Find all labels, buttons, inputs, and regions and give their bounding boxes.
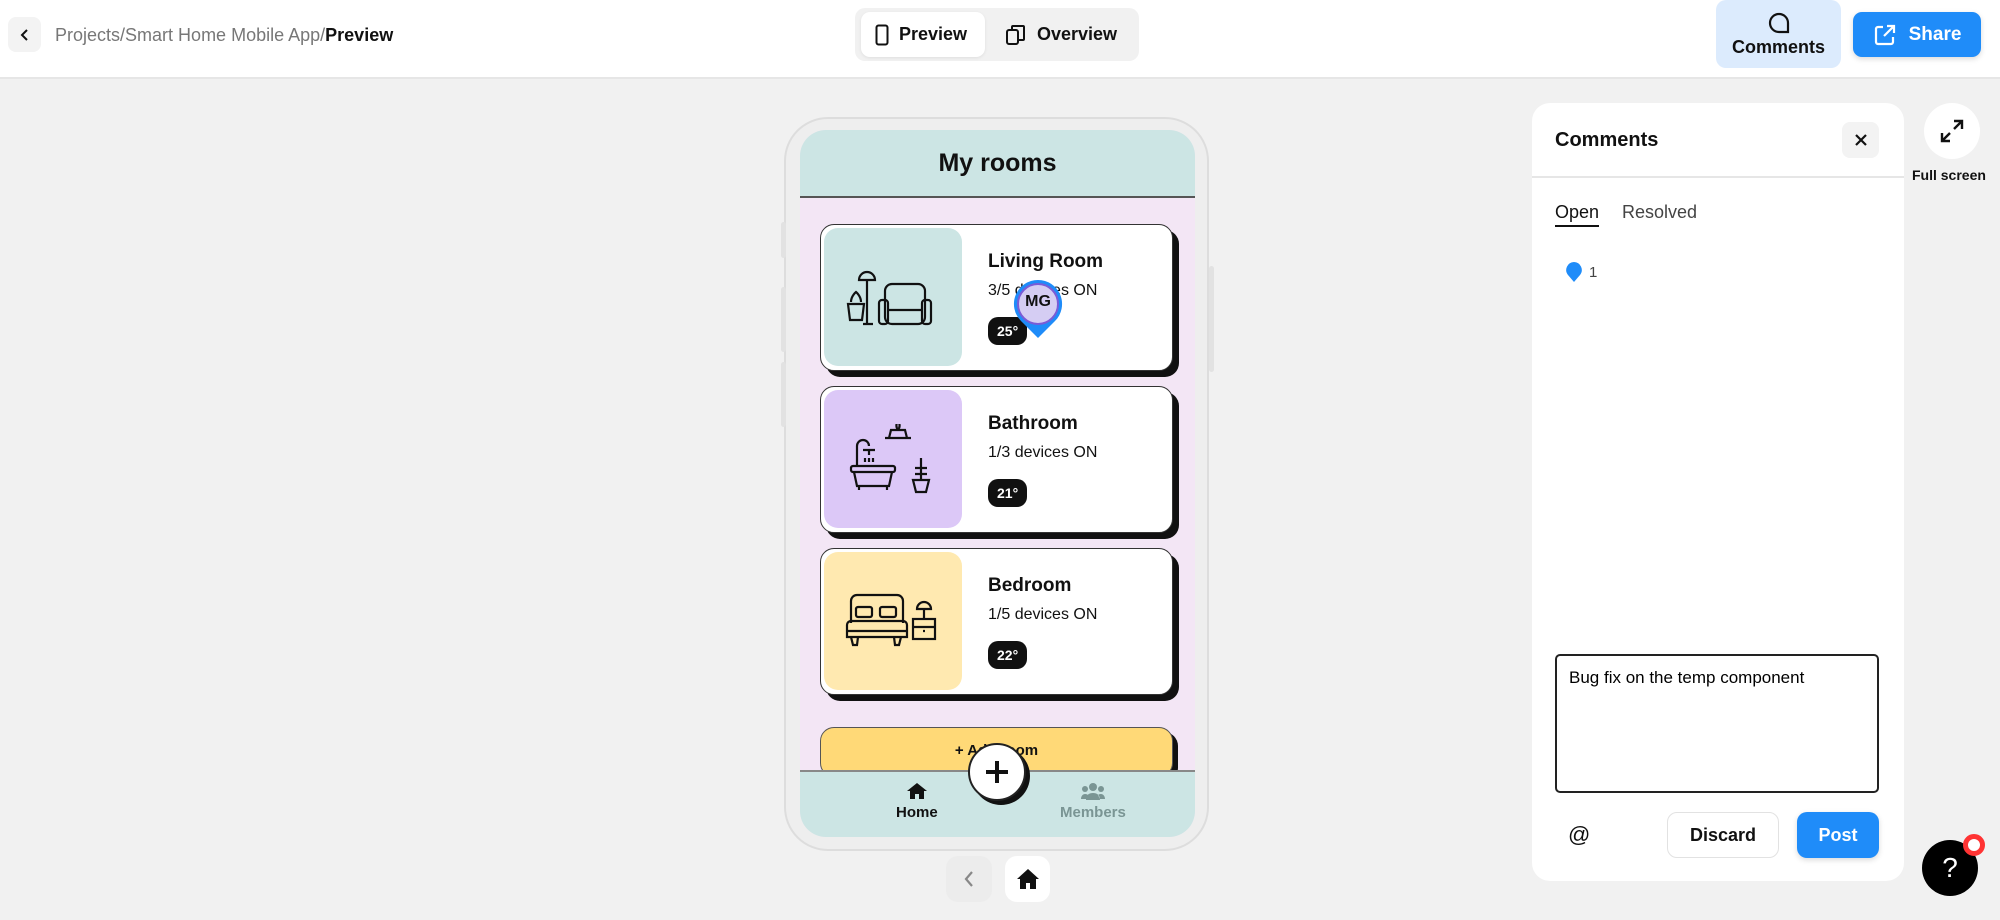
- comments-panel: Comments Open Resolved 1 Bug fix on the …: [1532, 103, 1904, 881]
- comment-thread-item[interactable]: 1: [1565, 261, 1597, 283]
- phone-icon: [875, 24, 889, 45]
- phone-side-button: [781, 362, 786, 427]
- expand-icon: [1940, 119, 1964, 143]
- view-toggle: Preview Overview: [855, 8, 1139, 61]
- avatar-initials: MG: [1025, 293, 1051, 310]
- room-card-bathroom[interactable]: Bathroom 1/3 devices ON 21°: [820, 386, 1173, 533]
- external-link-icon: [1874, 24, 1895, 45]
- breadcrumb-current: Preview: [325, 25, 394, 45]
- app-screen: My rooms Living Room 3/5 devices ON 25° …: [800, 130, 1195, 837]
- notification-dot: [1963, 834, 1985, 856]
- fullscreen-button[interactable]: [1924, 103, 1980, 159]
- prototype-back-button[interactable]: [946, 856, 992, 902]
- plus-icon: [986, 761, 1008, 783]
- question-icon: ?: [1942, 852, 1958, 883]
- app-header: My rooms: [800, 130, 1195, 198]
- comments-button[interactable]: Comments: [1716, 0, 1841, 68]
- breadcrumb: Projects/Smart Home Mobile App/Preview: [55, 25, 394, 45]
- tab-overview[interactable]: Overview: [991, 12, 1135, 57]
- add-fab-button[interactable]: [968, 743, 1026, 801]
- members-icon: [1080, 783, 1105, 800]
- discard-button[interactable]: Discard: [1667, 812, 1779, 858]
- nav-members[interactable]: Members: [1060, 782, 1126, 821]
- close-icon: [1854, 134, 1867, 146]
- living-room-icon: [824, 228, 962, 366]
- phone-side-button: [1209, 266, 1214, 372]
- nav-home[interactable]: Home: [896, 782, 938, 821]
- comment-pin[interactable]: MG: [1012, 278, 1064, 338]
- chevron-left-icon: [964, 871, 973, 887]
- copy-icon: [1006, 24, 1025, 45]
- temp-badge: 22°: [988, 641, 1028, 669]
- back-button[interactable]: [8, 17, 41, 52]
- tab-resolved[interactable]: Resolved: [1622, 202, 1697, 223]
- phone-side-button: [781, 287, 786, 352]
- comment-bubble-icon: [1768, 12, 1789, 33]
- phone-side-button: [781, 222, 786, 258]
- room-card-bedroom[interactable]: Bedroom 1/5 devices ON 22°: [820, 548, 1173, 695]
- home-icon: [1016, 869, 1039, 889]
- comment-input[interactable]: Bug fix on the temp component: [1555, 654, 1879, 793]
- prototype-home-button[interactable]: [1005, 856, 1050, 902]
- bedroom-icon: [824, 552, 962, 690]
- tab-preview[interactable]: Preview: [861, 12, 985, 57]
- share-button[interactable]: Share: [1853, 12, 1981, 57]
- breadcrumb-projects[interactable]: Projects: [55, 25, 120, 45]
- temp-badge: 21°: [988, 479, 1028, 507]
- chevron-left-icon: [20, 28, 28, 41]
- bathroom-icon: [824, 390, 962, 528]
- fullscreen-label: Full screen: [1912, 167, 1986, 183]
- home-icon: [906, 783, 927, 799]
- app-title: My rooms: [938, 148, 1057, 177]
- panel-title: Comments: [1555, 129, 1659, 151]
- pin-icon: [1566, 262, 1582, 282]
- breadcrumb-project[interactable]: Smart Home Mobile App: [125, 25, 320, 45]
- post-button[interactable]: Post: [1797, 812, 1879, 858]
- tab-open[interactable]: Open: [1555, 202, 1600, 227]
- divider: [1532, 176, 1904, 178]
- room-card-living-room[interactable]: Living Room 3/5 devices ON 25°: [820, 224, 1173, 371]
- close-panel-button[interactable]: [1842, 122, 1879, 158]
- mention-button[interactable]: @: [1568, 822, 1590, 848]
